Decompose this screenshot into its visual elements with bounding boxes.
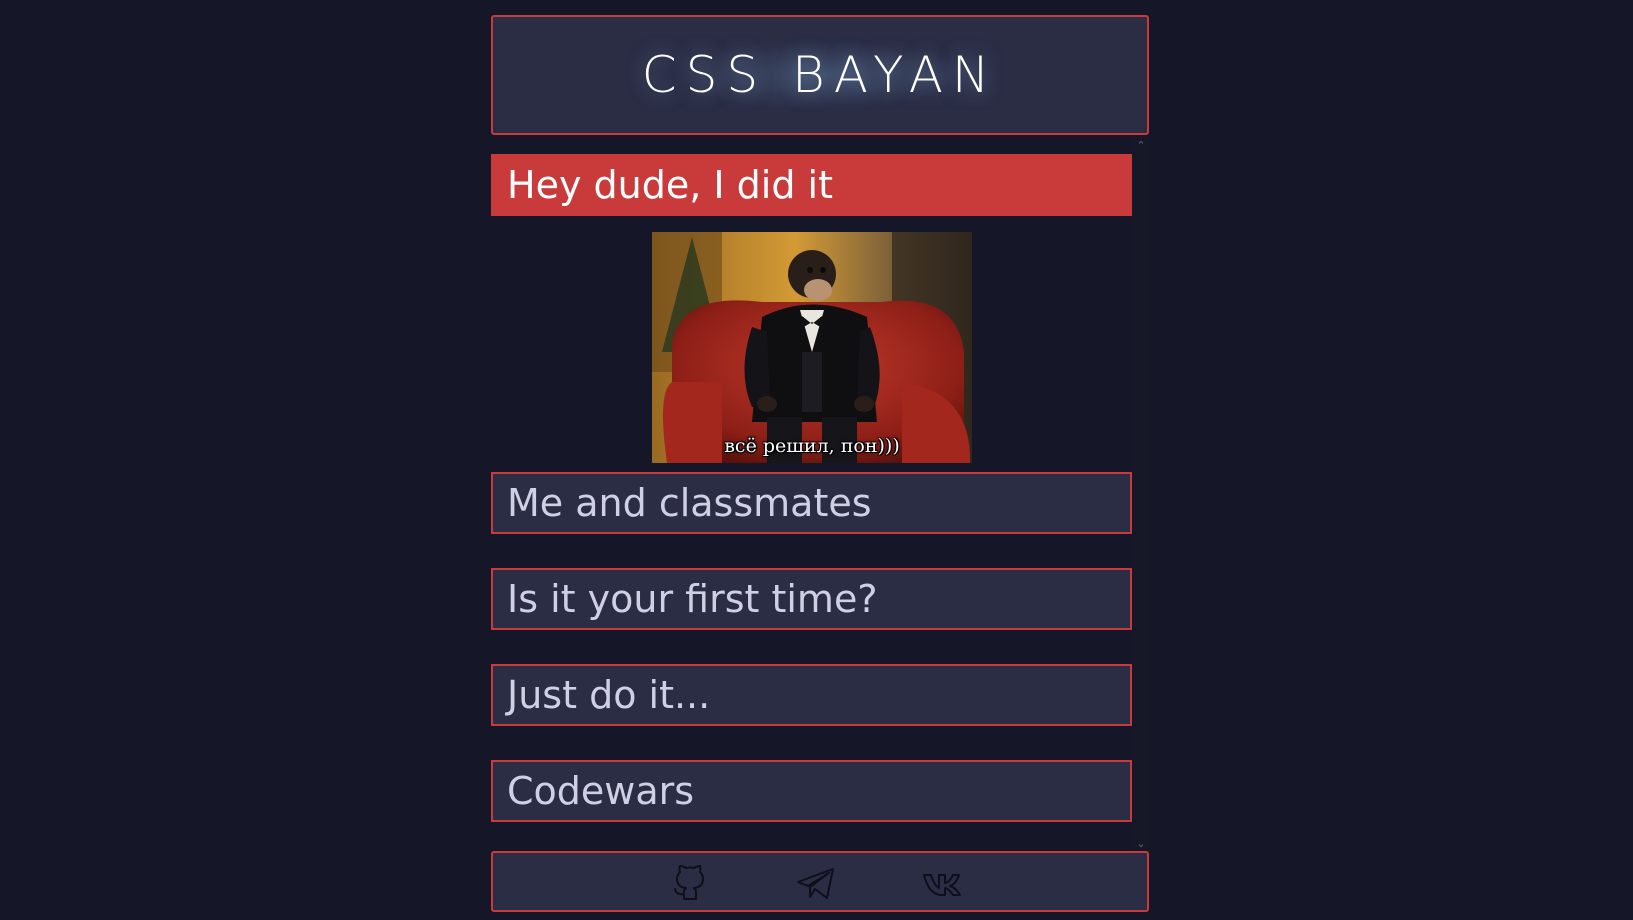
accordion-item-me-and-classmates[interactable]: Me and classmates <box>491 472 1132 534</box>
telegram-icon <box>797 868 834 899</box>
meme-caption: всё решил, пон))) <box>724 435 900 457</box>
accordion-panel-hey-dude: всё решил, пон))) <box>491 216 1132 472</box>
telegram-link[interactable] <box>796 864 836 904</box>
chimp-in-tuxedo-picture <box>652 232 972 463</box>
app-container: CSS BAYAN Hey dude, I did it всё решил, … <box>491 15 1149 912</box>
vk-icon <box>923 874 961 896</box>
vk-link[interactable] <box>922 864 962 904</box>
accordion-item-first-time[interactable]: Is it your first time? <box>491 568 1132 630</box>
site-footer <box>491 851 1149 912</box>
accordion-item-just-do-it[interactable]: Just do it... <box>491 664 1132 726</box>
github-link[interactable] <box>670 864 710 904</box>
site-logo: CSS BAYAN <box>641 46 999 104</box>
site-header: CSS BAYAN <box>491 15 1149 135</box>
accordion-item-hey-dude[interactable]: Hey dude, I did it <box>491 154 1132 216</box>
accordion: Hey dude, I did it всё решил, пон))) Me … <box>491 154 1132 822</box>
github-icon <box>674 865 704 900</box>
accordion-scroll-area[interactable]: Hey dude, I did it всё решил, пон))) Me … <box>491 139 1149 851</box>
meme-image: всё решил, пон))) <box>652 232 972 463</box>
scroll-down-arrow-icon[interactable]: ⌄ <box>1133 837 1149 851</box>
scrollbar[interactable]: ⌃ ⌄ <box>1133 139 1149 851</box>
scroll-up-arrow-icon[interactable]: ⌃ <box>1133 139 1149 153</box>
accordion-item-codewars[interactable]: Codewars <box>491 760 1132 822</box>
